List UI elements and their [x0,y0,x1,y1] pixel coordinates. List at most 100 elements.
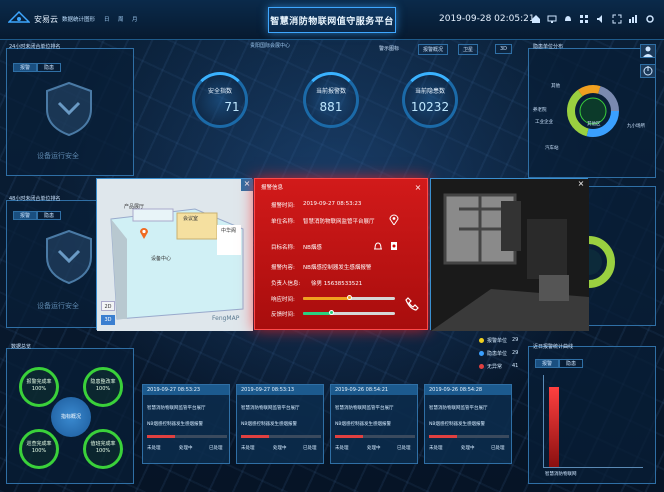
home-icon[interactable] [531,14,541,24]
tab-hazard[interactable]: 隐患 [37,63,62,72]
x-tick-label: 智慧消防物联网 [545,472,577,477]
y-axis [543,375,544,467]
grid-icon[interactable] [579,14,589,24]
day-button[interactable]: 日 [104,15,110,23]
alarm-card[interactable]: 2019-09-27 08:53:13 智慧消防物联网监管平台展厅 NB烟感控制… [236,384,324,464]
volume-icon[interactable] [596,14,606,24]
shield-icon [46,229,92,285]
alarm-info-modal: 报警信息 × 报警时间: 2019-09-27 08:53:23 单位名称: 智… [254,178,428,330]
hazard-count-value: 10232 [410,100,450,114]
map-tab-3d[interactable]: 3D [495,44,513,54]
status-handled: 已处理 [491,446,505,451]
status-handled: 已处理 [303,446,317,451]
donut-label: 其他区 [587,122,601,127]
recent-alarm-chart-panel: 近日报警统计曲线 报警 隐患 智慧消防物联网 [528,344,656,484]
map-tab-overview[interactable]: 报警概况 [418,44,449,55]
response-time-bar [303,295,395,300]
camera-feed[interactable] [431,179,589,331]
alarm-card-progress-fill [147,435,175,438]
camera-popup: × [430,178,589,331]
alarm-bell-icon[interactable] [373,241,383,251]
hazard-distribution-panel: 隐患单位分布 其他 其他区 工业企业 九小场所 养老院 汽车站 [528,44,656,178]
circle-label: 报警完成率 100% [26,379,52,392]
donut-label: 其他 [551,84,560,89]
legend-label: 报警单位 [487,338,508,344]
device-icon[interactable] [389,241,399,251]
location-pin-icon[interactable] [139,227,149,239]
location-icon[interactable] [389,214,399,225]
target-name-label: 目标名称: [271,245,295,251]
status-handling: 处理中 [367,446,381,451]
owner-label: 负责人信息: [271,281,301,287]
tab-alarm[interactable]: 报警 [13,211,38,220]
response-fill [303,297,349,300]
donut-label: 工业企业 [535,120,553,125]
week-button[interactable]: 周 [118,15,124,23]
alarm-count-value: 881 [319,100,343,114]
tab-hazard[interactable]: 隐患 [37,211,62,220]
floor-map[interactable] [97,179,253,331]
view-2d-button[interactable]: 2D [101,301,115,311]
settings-icon[interactable] [645,14,655,24]
legend-value: 41 [512,363,519,369]
x-axis [543,467,643,468]
tab-row: 报警 隐患 [13,63,62,72]
alarm-card-unit: 智慧消防物联网监管平台展厅 [335,406,394,411]
status-handling: 处理中 [461,446,475,451]
device-center-label: 设备中心 [151,256,172,262]
data-overview-panel: 数据总览 报警完成率 100% 隐患整改率 100% 巡查完成率 100% 值班… [6,344,134,484]
alarm-card[interactable]: 2019-09-26 08:54:21 智慧消防物联网监管平台展厅 NB烟感控制… [330,384,418,464]
alarm-card-desc: NB烟感控制器发生感烟报警 [335,422,391,427]
alarm-card-progress [147,435,227,438]
status-handling: 处理中 [273,446,287,451]
chart-icon[interactable] [628,14,638,24]
fullscreen-icon[interactable] [612,14,622,24]
response-time-label: 响应时间: [271,297,295,303]
safety-index-label: 安全指数 [207,88,232,95]
user-icon[interactable] [640,44,656,58]
status-unhandled: 未处理 [429,446,443,451]
brand-name: 安易云 [34,15,58,24]
alarm-card-progress-fill [335,435,363,438]
target-name-value: NB烟感 [303,245,322,251]
close-icon[interactable]: × [241,179,253,191]
shield-icon [46,81,92,137]
donut-label: 汽车站 [545,146,559,151]
toolbar-label: 数据统计图形 [62,17,96,23]
center-label: 指标概况 [60,414,81,420]
response-knob[interactable] [347,295,352,300]
status-unhandled: 未处理 [335,446,349,451]
alarm-time-label: 报警时间: [271,203,295,209]
alarm-card-time: 2019-09-27 08:53:13 [237,385,323,395]
alarm-count-label: 当前报警数 [315,88,346,95]
month-button[interactable]: 月 [132,15,138,23]
view-3d-button[interactable]: 3D [101,315,115,325]
brand-logo-icon [8,10,30,23]
shield-label: 设备运行安全 [37,302,79,310]
feedback-knob[interactable] [328,310,334,315]
legend-value: 29 [512,337,519,343]
title-box: 智慧消防物联网值守服务平台 [268,7,396,33]
alarm-card-desc: NB烟感控制器发生感烟报警 [147,422,203,427]
tab-alarm[interactable]: 报警 [13,63,38,72]
bell-icon[interactable] [563,14,573,24]
alarm-card-progress [241,435,321,438]
close-icon[interactable]: × [413,183,423,193]
phone-icon[interactable] [405,297,419,311]
panel-title: 48小时未闭合单位排名 [9,196,61,202]
legend-dot [479,351,484,356]
status-handled: 已处理 [209,446,223,451]
power-icon[interactable] [640,64,656,78]
panel-title: 24小时未闭合单位排名 [9,44,61,50]
tab-hazard[interactable]: 隐患 [559,359,584,368]
alarm-card-time: 2019-09-27 08:53:23 [143,385,229,395]
donut-chart [567,85,619,137]
monitor-icon[interactable] [547,14,557,24]
alarm-card[interactable]: 2019-09-26 08:54:28 智慧消防物联网监管平台展厅 NB烟感控制… [424,384,512,464]
map-tab-satellite[interactable]: 卫星 [458,44,479,55]
close-icon[interactable]: × [575,179,587,191]
tab-alarm[interactable]: 报警 [535,359,560,368]
alarm-card-time: 2019-09-26 08:54:28 [425,385,511,395]
alarm-card-unit: 智慧消防物联网监管平台展厅 [147,406,206,411]
alarm-card[interactable]: 2019-09-27 08:53:23 智慧消防物联网监管平台展厅 NB烟感控制… [142,384,230,464]
